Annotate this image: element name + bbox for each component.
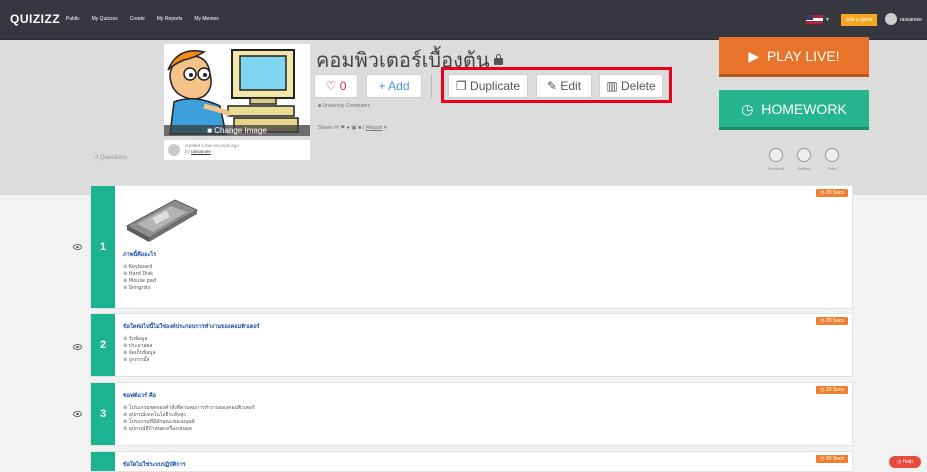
question-number: 3 [91,383,115,445]
question-card[interactable]: 2 ◷ 30 Secs ข้อใดต่อไปนี้ไม่ใช่องค์ประกอ… [90,313,853,377]
answer-option: ถูกกรรมั้ล [123,357,156,364]
question-count: 4 Questions [95,155,128,161]
lock-icon [493,54,503,65]
like-button[interactable]: ♡ 0 [314,74,358,98]
by-label: by [185,149,190,154]
print-icon[interactable] [825,148,839,162]
question-number: 2 [91,314,115,376]
answer-options: รับข้อมูล ประมวลผล จัดเก็บข้อมูล ถูกกรรม… [123,336,156,364]
nav-link-create[interactable]: Create [130,16,145,22]
answer-options: Keyboard Hard Disk Mouse pad Simgrsts [123,264,156,292]
answer-option: อุปกรณ์ที่กำหนดเครื่องเล่นผล [123,426,255,433]
question-image [123,192,200,244]
nav-link-my-quizzes[interactable]: My Quizzes [92,16,118,22]
report-link[interactable]: Report [366,125,383,131]
help-button[interactable]: ◷ Help [889,456,921,468]
time-badge[interactable]: ◷ 30 Secs [816,189,848,197]
share-icons[interactable]: ✉ ❤ ● ▣ ■ [334,125,363,131]
answer-option: จัดเก็บข้อมูล [123,350,156,357]
preview-icon[interactable] [797,148,811,162]
answer-option: อุปกรณ์เทคโนโลยีระดับสูง [123,412,255,419]
question-number [91,452,115,471]
clock-icon: ◷ [741,101,754,117]
print-label: Print [828,167,836,171]
button-divider [431,74,432,98]
answer-option: รับข้อมูล [123,336,156,343]
creator-link[interactable]: rassamee [191,149,211,154]
creator-meta: created a few seconds ago by rassamee [185,143,239,155]
answer-option: Mouse pad [123,278,156,285]
computer-user-illustration [167,49,299,135]
preview-label: Preview [797,167,811,171]
slideshow-icon[interactable] [769,148,783,162]
join-game-button[interactable]: Join a game [841,14,877,26]
answer-option: Keyboard [123,264,156,271]
question-card[interactable]: 1 ◷ 30 Secs ภาพนี้คืออะไร Keyboard Hard … [90,185,853,309]
hard-disk-illustration [125,199,199,242]
question-text: ข้อใดต่อไปนี้ไม่ใช่องค์ประกอบการทำงานของ… [123,324,260,330]
time-badge[interactable]: ◷ 30 Secs [816,317,848,325]
nav-link-public[interactable]: Public [66,16,80,22]
quiz-tags: ■ University Computers [318,103,371,109]
user-avatar[interactable] [885,13,897,25]
quizizz-logo[interactable]: QUIZIZZ [10,12,60,26]
question-text: ภาพนี้คืออะไร [123,252,157,258]
quiz-cover-image [164,44,310,136]
answer-options: โปรแกรมชุดของคำสั่งที่ควบคุมการทำงานของค… [123,405,255,433]
heart-icon: ♡ [325,79,337,93]
answer-option: Simgrsts [123,285,156,292]
time-badge[interactable]: ◷ 30 Secs [816,455,848,463]
play-icon: ▶ [748,48,760,64]
highlight-box [441,67,672,103]
answer-option: Hard Disk [123,271,156,278]
question-number: 1 [91,186,115,308]
nav-link-my-reports[interactable]: My Reports [157,16,183,22]
username-menu[interactable]: rassamee [900,17,922,23]
answer-option: โปรแกรมชุดของคำสั่งที่ควบคุมการทำงานของค… [123,405,255,412]
time-badge[interactable]: ◷ 30 Secs [816,386,848,394]
play-live-button[interactable]: ▶ PLAY LIVE! [719,37,869,77]
toggle-answers-icon[interactable] [73,244,82,250]
chevron-down-icon[interactable]: ▾ [826,16,829,23]
change-image-button[interactable]: ■ Change Image [164,125,310,136]
creator-card: created a few seconds ago by rassamee [164,140,310,160]
nav-link-my-memes[interactable]: My Memes [194,16,218,22]
question-text: ข้อใดไม่ใช่ระบบปฏิบัติการ [123,462,186,468]
homework-button[interactable]: ◷ HOMEWORK [719,90,869,130]
add-to-collection-button[interactable]: + Add [366,74,422,98]
answer-option: ประมวลผล [123,343,156,350]
toggle-answers-icon[interactable] [73,344,82,350]
top-navbar: QUIZIZZ Public My Quizzes Create My Repo… [0,0,927,40]
question-card[interactable]: ◷ 30 Secs ข้อใดไม่ใช่ระบบปฏิบัติการ [90,451,853,472]
creator-avatar [168,144,180,156]
nav-links: Public My Quizzes Create My Reports My M… [66,16,219,22]
language-flag-icon[interactable] [806,15,823,24]
question-text: ซอฟต์แวร์ คือ [123,393,156,399]
slideshow-label: Slideshow [768,167,784,171]
toggle-answers-icon[interactable] [73,411,82,417]
answer-option: โปรแกรมที่มีลักษณะของมนุษย์ [123,419,255,426]
question-card[interactable]: 3 ◷ 30 Secs ซอฟต์แวร์ คือ โปรแกรมชุดของค… [90,382,853,446]
share-row: Share ✉ ❤ ● ▣ ■ | Report ▾ [318,125,387,131]
